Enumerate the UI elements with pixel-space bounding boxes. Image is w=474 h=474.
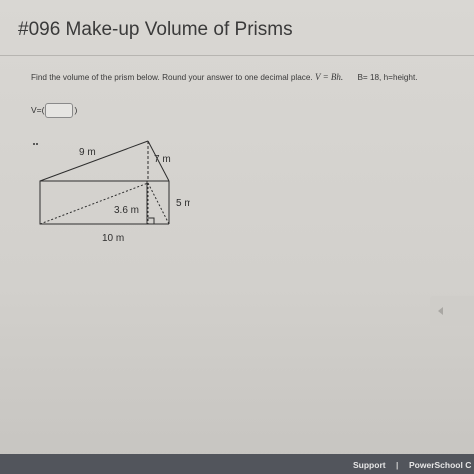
volume-formula: V = Bh.: [315, 72, 344, 82]
question-text: Find the volume of the prism below. Roun…: [31, 72, 418, 82]
answer-close-paren: ): [74, 105, 78, 115]
footer-bar: Support | PowerSchool C: [0, 454, 474, 474]
answer-row: V=( ): [31, 101, 77, 119]
label-base: 10 m: [102, 233, 124, 244]
title-divider: [0, 55, 474, 56]
page: #096 Make-up Volume of Prisms Find the v…: [0, 0, 474, 474]
label-depth: 5 m: [176, 198, 190, 209]
drag-handle-icon[interactable]: [33, 132, 41, 145]
label-height: 3.6 m: [114, 205, 139, 216]
label-hypotenuse: 9 m: [79, 147, 96, 158]
right-angle-marker: [148, 217, 155, 224]
support-link[interactable]: Support: [353, 460, 386, 470]
powerschool-link[interactable]: PowerSchool C: [409, 460, 471, 470]
footer-separator: |: [396, 460, 399, 470]
collapse-panel-arrow-icon[interactable]: [430, 296, 474, 326]
label-side: 7 m: [154, 154, 171, 165]
question-prompt: Find the volume of the prism below. Roun…: [31, 73, 313, 82]
answer-label: V=(: [31, 105, 45, 115]
volume-answer-input[interactable]: [45, 102, 74, 118]
given-values: B= 18, h=height.: [357, 73, 418, 82]
prism-diagram: 9 m 7 m 3.6 m 5 m 10 m: [39, 140, 190, 244]
page-title: #096 Make-up Volume of Prisms: [18, 19, 293, 40]
hidden-diagonal-edge: [39, 182, 149, 225]
